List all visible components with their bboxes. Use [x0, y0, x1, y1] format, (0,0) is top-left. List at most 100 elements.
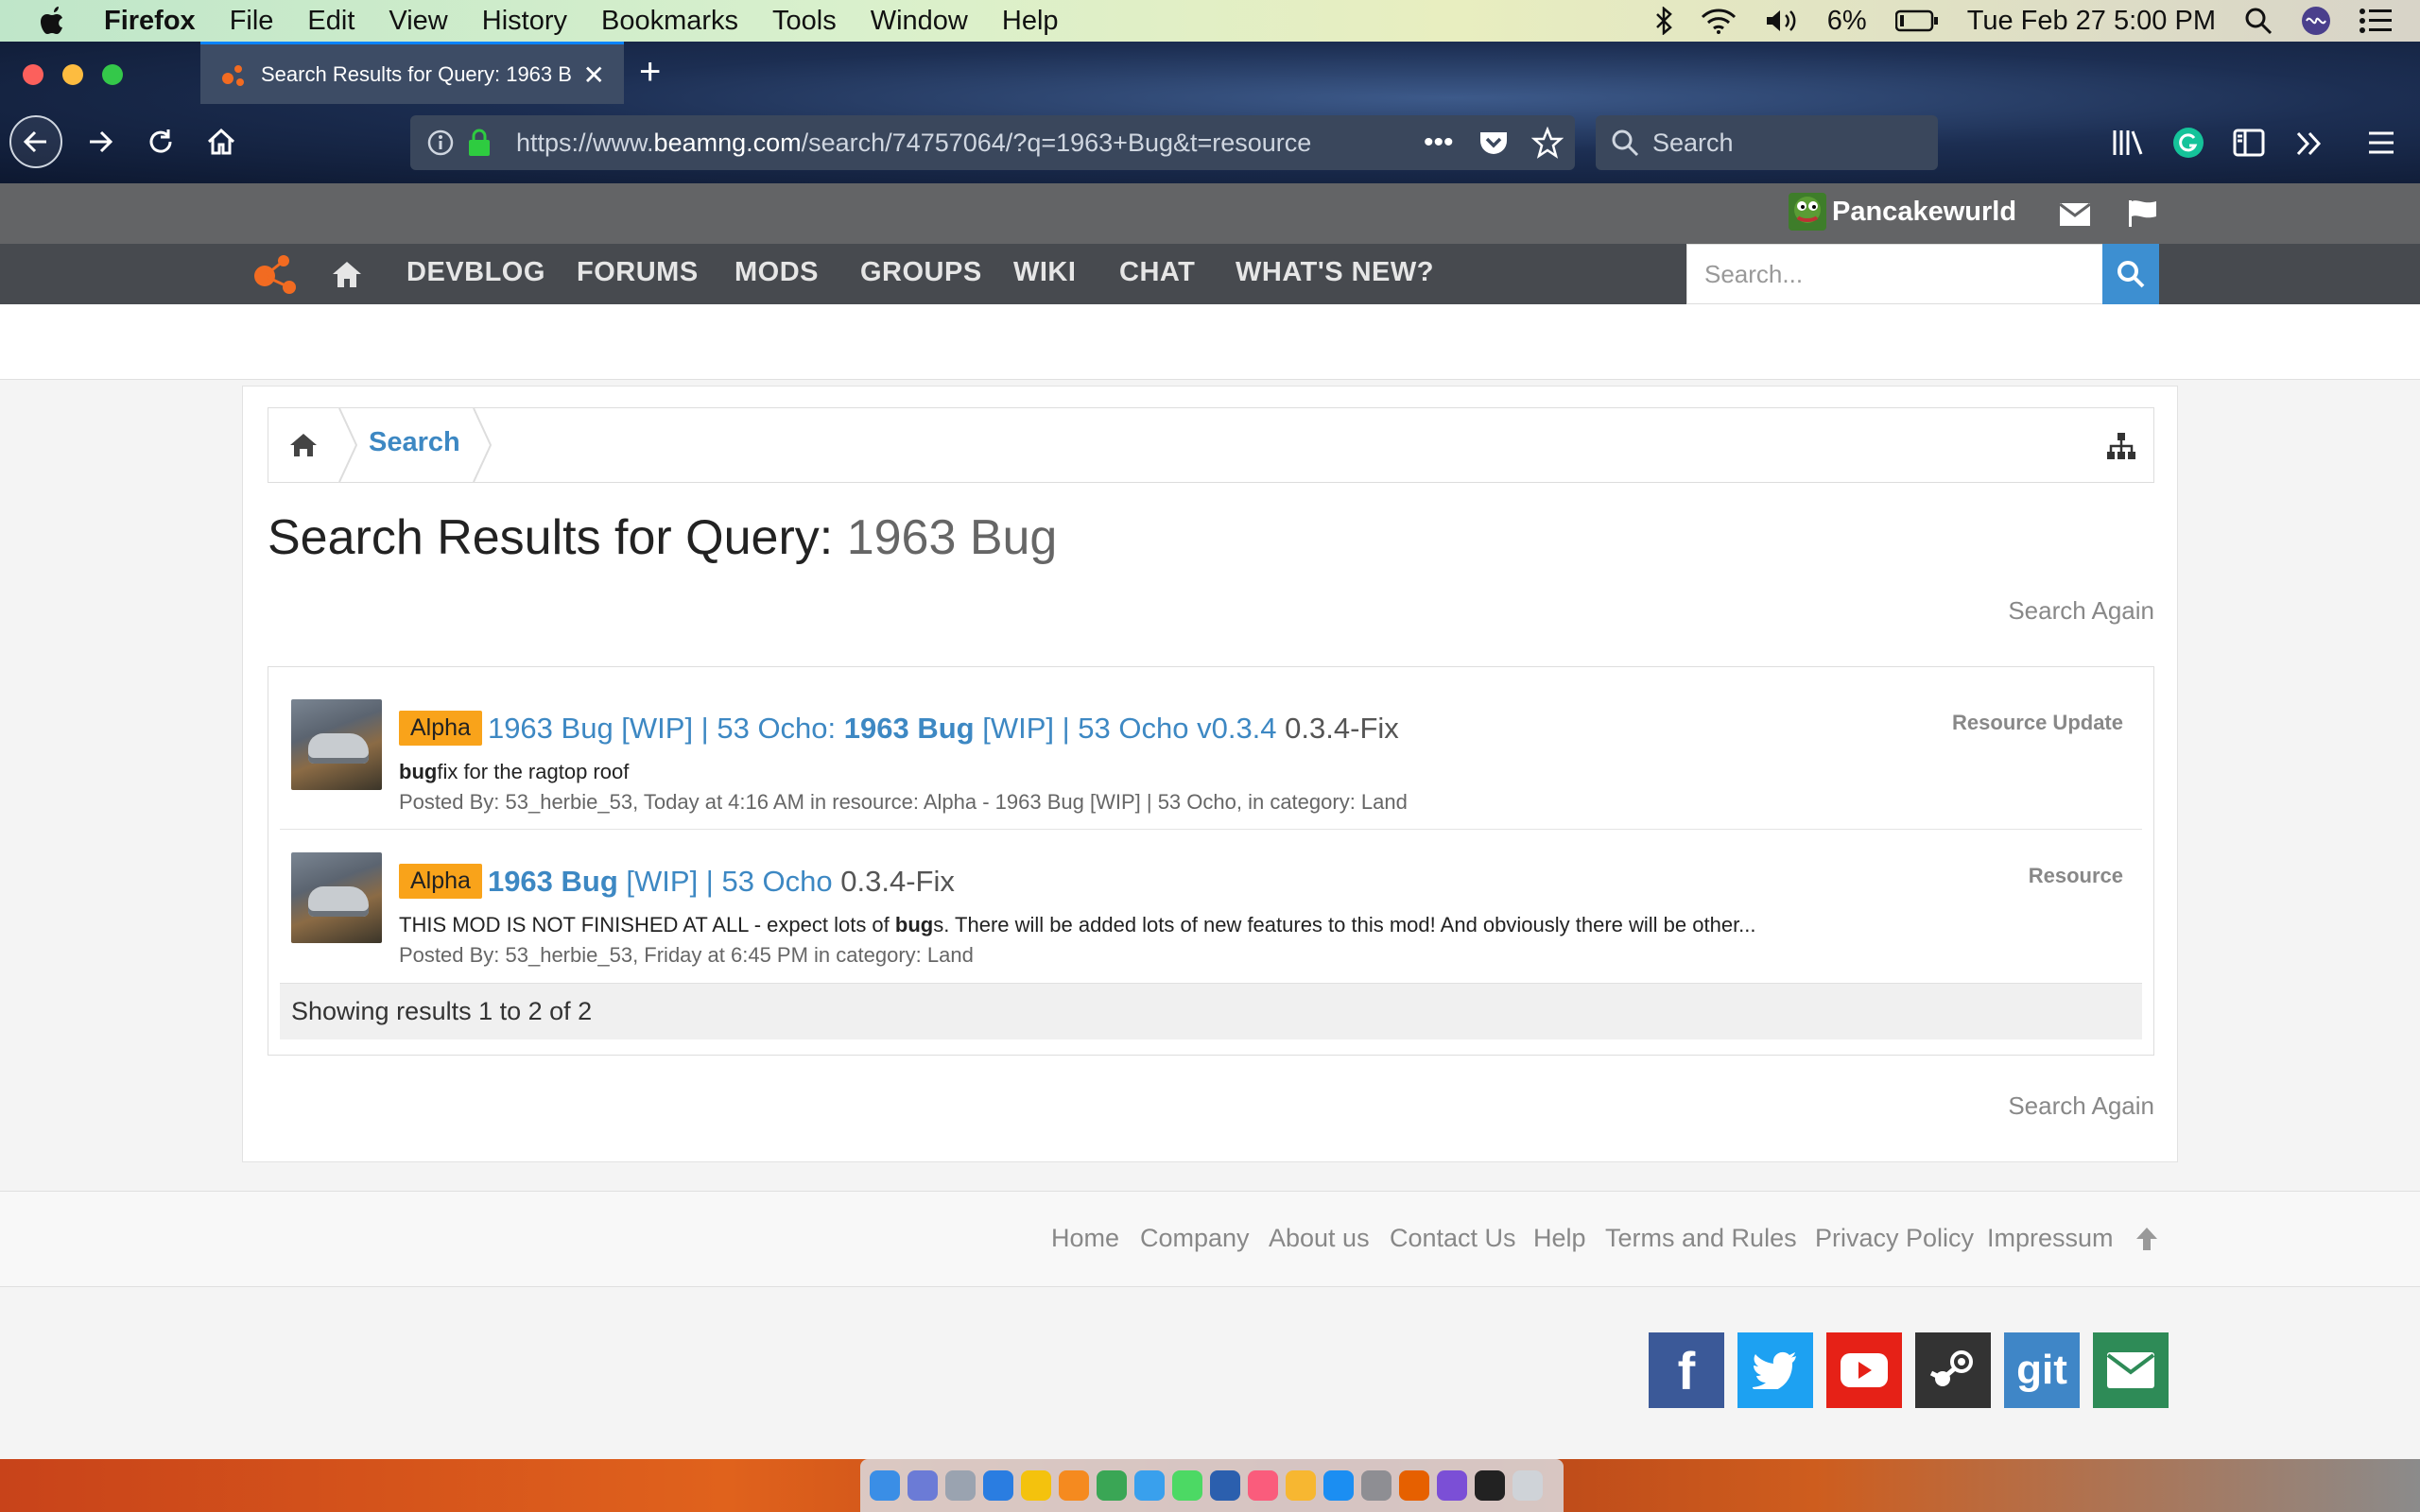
siri-dock-icon[interactable] — [908, 1470, 938, 1501]
app-green-icon[interactable] — [1097, 1470, 1127, 1501]
finder-icon[interactable] — [870, 1470, 900, 1501]
window-zoom-button[interactable] — [102, 64, 123, 85]
footer-link-contact-us[interactable]: Contact Us — [1390, 1224, 1516, 1253]
menu-tools[interactable]: Tools — [772, 6, 837, 37]
breadcrumb-home[interactable] — [268, 408, 338, 482]
url-bar[interactable]: https://www.beamng.com/search/74757064/?… — [410, 115, 1575, 170]
sitemap-icon[interactable] — [2106, 431, 2136, 461]
footer-link-home[interactable]: Home — [1051, 1224, 1119, 1253]
menu-history[interactable]: History — [482, 6, 567, 37]
app-orange-icon[interactable] — [1059, 1470, 1089, 1501]
tab-close-icon[interactable]: ✕ — [583, 60, 605, 91]
home-button[interactable] — [195, 115, 248, 168]
site-search-input[interactable]: Search... — [1686, 244, 2104, 304]
volume-icon[interactable] — [1765, 8, 1799, 34]
steam-button[interactable] — [1915, 1332, 1991, 1408]
forward-button[interactable] — [74, 115, 127, 168]
safari-icon[interactable] — [983, 1470, 1013, 1501]
menu-help[interactable]: Help — [1002, 6, 1059, 37]
user-avatar[interactable] — [1789, 193, 1826, 231]
wifi-icon[interactable] — [1701, 8, 1737, 34]
result-title-link[interactable]: 1963 Bug [WIP] | 53 Ocho — [488, 865, 833, 898]
sidebar-icon[interactable] — [2233, 129, 2265, 157]
itunes-icon[interactable] — [1248, 1470, 1278, 1501]
footer-link-help[interactable]: Help — [1533, 1224, 1586, 1253]
nav-chat[interactable]: CHAT — [1119, 257, 1195, 288]
alpha-prefix-badge[interactable]: Alpha — [399, 864, 482, 899]
facetime-icon[interactable] — [1172, 1470, 1202, 1501]
back-to-top-arrow-icon[interactable] — [2135, 1226, 2159, 1252]
messages-icon[interactable] — [1134, 1470, 1165, 1501]
footer-link-impressum[interactable]: Impressum — [1987, 1224, 2114, 1253]
email-button[interactable] — [2093, 1332, 2169, 1408]
window-close-button[interactable] — [23, 64, 43, 85]
app-purple-icon[interactable] — [1437, 1470, 1467, 1501]
url-text[interactable]: https://www.beamng.com/search/74757064/?… — [516, 129, 1367, 158]
username-link[interactable]: Pancakewurld — [1832, 197, 2016, 228]
nav-forums[interactable]: FORUMS — [577, 257, 699, 288]
library-icon[interactable] — [2112, 129, 2144, 157]
facebook-button[interactable]: f — [1649, 1332, 1724, 1408]
result-thumbnail[interactable] — [291, 852, 382, 943]
alerts-flag-icon[interactable] — [2127, 198, 2159, 229]
notification-center-icon[interactable] — [2360, 9, 2392, 33]
trash-icon[interactable] — [1512, 1470, 1543, 1501]
footer-link-about-us[interactable]: About us — [1269, 1224, 1370, 1253]
youtube-button[interactable] — [1826, 1332, 1902, 1408]
browser-tab-active[interactable]: Search Results for Query: 1963 Bug ✕ — [200, 42, 624, 104]
apple-icon[interactable] — [38, 5, 70, 37]
spotlight-icon[interactable] — [2244, 7, 2273, 35]
nav-devblog[interactable]: DEVBLOG — [406, 257, 545, 288]
hamburger-menu-icon[interactable] — [2367, 130, 2395, 155]
photos-icon[interactable] — [1286, 1470, 1316, 1501]
secure-lock-icon[interactable] — [467, 129, 492, 157]
quicktime-icon[interactable] — [1210, 1470, 1240, 1501]
footer-link-company[interactable]: Company — [1140, 1224, 1250, 1253]
firefox-dock-icon[interactable] — [1399, 1470, 1429, 1501]
footer-link-terms[interactable]: Terms and Rules — [1605, 1224, 1797, 1253]
pocket-icon[interactable] — [1478, 129, 1509, 157]
chrome-icon[interactable] — [1021, 1470, 1051, 1501]
system-preferences-icon[interactable] — [1361, 1470, 1392, 1501]
epic-games-icon[interactable] — [1475, 1470, 1505, 1501]
result-thumbnail[interactable] — [291, 699, 382, 790]
beamng-logo[interactable] — [251, 253, 301, 295]
bluetooth-icon[interactable] — [1655, 7, 1672, 35]
nav-whats-new[interactable]: WHAT'S NEW? — [1236, 257, 1434, 288]
result-title-link[interactable]: 1963 Bug [WIP] | 53 Ocho: 1963 Bug [WIP]… — [488, 712, 1277, 745]
window-minimize-button[interactable] — [62, 64, 83, 85]
alpha-prefix-badge[interactable]: Alpha — [399, 711, 482, 746]
nav-mods[interactable]: MODS — [735, 257, 819, 288]
app-store-icon[interactable] — [1323, 1470, 1354, 1501]
clock[interactable]: Tue Feb 27 5:00 PM — [1967, 6, 2216, 37]
new-tab-button[interactable]: + — [639, 51, 661, 94]
site-search-button[interactable] — [2102, 244, 2159, 304]
info-icon[interactable] — [427, 129, 454, 156]
grammarly-icon[interactable] — [2172, 127, 2204, 159]
battery-icon[interactable] — [1894, 9, 1939, 32]
page-actions-icon[interactable]: ••• — [1424, 127, 1454, 159]
breadcrumb-search[interactable]: Search — [369, 427, 460, 458]
search-again-link-top[interactable]: Search Again — [2008, 596, 2154, 626]
menu-edit[interactable]: Edit — [307, 6, 354, 37]
nav-home-icon[interactable] — [331, 259, 363, 289]
menu-app-firefox[interactable]: Firefox — [104, 6, 196, 37]
nav-groups[interactable]: GROUPS — [860, 257, 982, 288]
menu-view[interactable]: View — [389, 6, 447, 37]
bookmark-star-icon[interactable] — [1531, 127, 1564, 159]
overflow-chevron-icon[interactable] — [2295, 130, 2324, 157]
menu-bookmarks[interactable]: Bookmarks — [601, 6, 738, 37]
back-button[interactable] — [9, 115, 62, 168]
inbox-icon[interactable] — [2059, 202, 2091, 227]
menu-window[interactable]: Window — [871, 6, 968, 37]
nav-wiki[interactable]: WIKI — [1013, 257, 1076, 288]
launchpad-icon[interactable] — [945, 1470, 976, 1501]
search-again-link-bottom[interactable]: Search Again — [2008, 1091, 2154, 1121]
git-button[interactable]: git — [2004, 1332, 2080, 1408]
footer-link-privacy[interactable]: Privacy Policy — [1815, 1224, 1974, 1253]
twitter-button[interactable] — [1737, 1332, 1813, 1408]
siri-icon[interactable] — [2301, 6, 2331, 36]
reload-button[interactable] — [134, 115, 187, 168]
browser-search-field[interactable]: Search — [1596, 115, 1938, 170]
battery-percent[interactable]: 6% — [1827, 6, 1867, 37]
